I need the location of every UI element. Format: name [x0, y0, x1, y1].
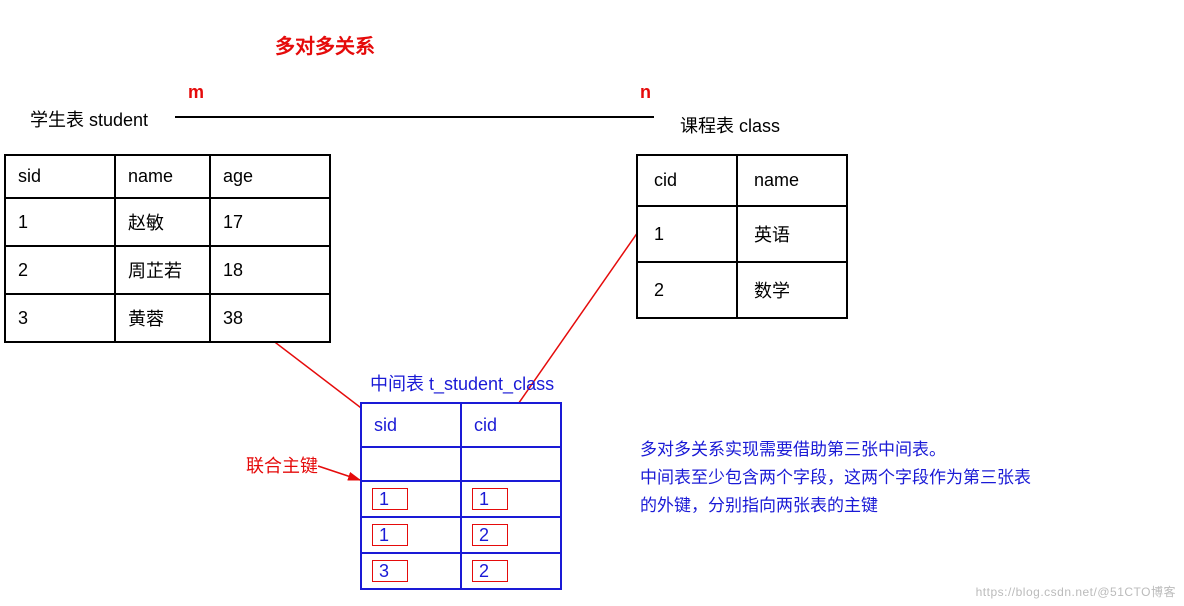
- cardinality-m: m: [188, 82, 204, 103]
- table-header-row: cid name: [637, 155, 847, 206]
- table-header-row: sid name age: [5, 155, 330, 198]
- diagram-title: 多对多关系: [275, 30, 375, 59]
- table-row: 2 周芷若 18: [5, 246, 330, 294]
- table-row: 1 英语: [637, 206, 847, 262]
- watermark: https://blog.csdn.net/@51CTO博客: [976, 583, 1176, 600]
- description-line: 的外键，分别指向两张表的主键: [640, 492, 1160, 520]
- col-name: name: [737, 155, 847, 206]
- cell-sid: 2: [5, 246, 115, 294]
- cell-name: 数学: [737, 262, 847, 318]
- table-row: [361, 447, 561, 481]
- col-sid: sid: [361, 403, 461, 447]
- table-row: 3 黄蓉 38: [5, 294, 330, 342]
- class-table-label: 课程表 class: [680, 112, 780, 138]
- col-cid: cid: [461, 403, 561, 447]
- description-line: 多对多关系实现需要借助第三张中间表。: [640, 436, 1160, 464]
- middle-table: sid cid 1 1 1 2 3 2: [360, 402, 562, 590]
- cell-cid-boxed: 2: [472, 560, 508, 582]
- cell-cid-boxed: 2: [472, 524, 508, 546]
- cardinality-n: n: [640, 82, 651, 103]
- class-table: cid name 1 英语 2 数学: [636, 154, 848, 319]
- cell-name: 赵敏: [115, 198, 210, 246]
- middle-table-label: 中间表 t_student_class: [370, 370, 554, 396]
- cell-sid-boxed: 1: [372, 488, 408, 510]
- table-row: 1 赵敏 17: [5, 198, 330, 246]
- student-table: sid name age 1 赵敏 17 2 周芷若 18 3 黄蓉 38: [4, 154, 331, 343]
- table-header-row: sid cid: [361, 403, 561, 447]
- cell-name: 周芷若: [115, 246, 210, 294]
- cell-name: 英语: [737, 206, 847, 262]
- cell-sid-boxed: 1: [372, 524, 408, 546]
- cell-cid: 1: [637, 206, 737, 262]
- composite-key-label: 联合主键: [246, 452, 318, 478]
- cell-cid-boxed: 1: [472, 488, 508, 510]
- cell-sid: 1: [5, 198, 115, 246]
- cell-cid: 2: [637, 262, 737, 318]
- cell-sid: 3: [5, 294, 115, 342]
- description-line: 中间表至少包含两个字段，这两个字段作为第三张表: [640, 464, 1160, 492]
- col-age: age: [210, 155, 330, 198]
- cell-sid-boxed: 3: [372, 560, 408, 582]
- col-sid: sid: [5, 155, 115, 198]
- cell-age: 38: [210, 294, 330, 342]
- cell-age: 18: [210, 246, 330, 294]
- col-cid: cid: [637, 155, 737, 206]
- cell-name: 黄蓉: [115, 294, 210, 342]
- cell-age: 17: [210, 198, 330, 246]
- description-block: 多对多关系实现需要借助第三张中间表。 中间表至少包含两个字段，这两个字段作为第三…: [640, 436, 1160, 520]
- table-row: 2 数学: [637, 262, 847, 318]
- col-name: name: [115, 155, 210, 198]
- table-row: 3 2: [361, 553, 561, 589]
- arrow-composite-key: [318, 466, 360, 480]
- student-table-label: 学生表 student: [30, 106, 148, 132]
- table-row: 1 2: [361, 517, 561, 553]
- table-row: 1 1: [361, 481, 561, 517]
